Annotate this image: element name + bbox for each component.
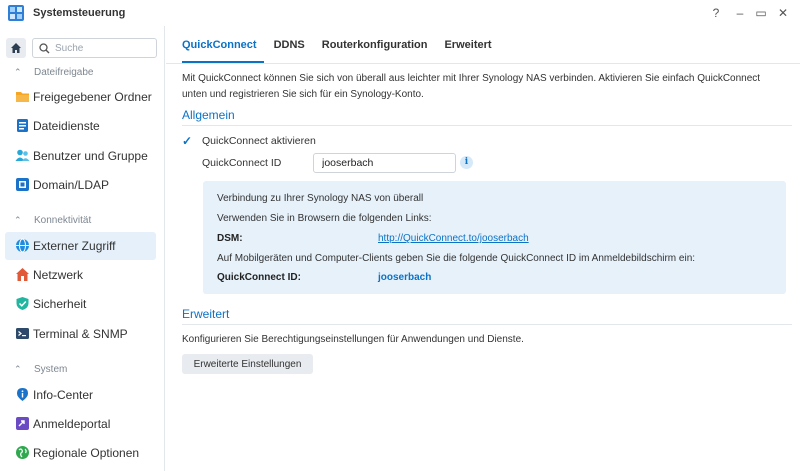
sidebar-item-domain-ldap[interactable]: Domain/LDAP <box>5 171 156 199</box>
quickconnect-id-input[interactable] <box>313 153 456 173</box>
external-access-icon <box>16 238 29 253</box>
home-button[interactable] <box>6 38 26 58</box>
sidebar-item-info-center[interactable]: Info-Center <box>5 381 156 409</box>
tab-bar: QuickConnect DDNS Routerkonfiguration Er… <box>182 39 509 59</box>
section-header-dateifreigabe[interactable]: ⌃ Dateifreigabe <box>14 65 93 79</box>
login-portal-icon <box>16 417 29 430</box>
chevron-up-icon: ⌃ <box>14 66 22 77</box>
general-section-divider <box>182 125 792 126</box>
folder-icon <box>16 92 29 102</box>
sidebar-item-shared-folder[interactable]: Freigegebener Ordner <box>5 83 156 111</box>
terminal-icon <box>16 328 29 339</box>
sidebar-item-security[interactable]: Sicherheit <box>5 290 156 318</box>
sidebar-item-login-portal[interactable]: Anmeldeportal <box>5 410 156 438</box>
file-services-icon <box>17 119 28 132</box>
home-icon <box>11 43 21 53</box>
sidebar: ⌃ Dateifreigabe Freigegebener Ordner Dat… <box>0 26 165 471</box>
control-panel-app-icon <box>8 5 24 21</box>
search-field[interactable] <box>32 38 157 58</box>
chevron-up-icon: ⌃ <box>14 214 22 225</box>
tab-advanced[interactable]: Erweitert <box>444 39 491 59</box>
general-section-title: Allgemein <box>182 108 235 122</box>
sidebar-item-regional-options[interactable]: Regionale Optionen <box>5 439 156 467</box>
window-title: Systemsteuerung <box>33 7 126 19</box>
help-button[interactable]: ? <box>707 4 725 22</box>
dsm-link[interactable]: http://QuickConnect.to/jooserbach <box>378 233 529 244</box>
sidebar-item-users-groups[interactable]: Benutzer und Gruppe <box>5 142 156 170</box>
users-icon <box>15 149 30 161</box>
info-center-icon <box>17 388 28 401</box>
tab-router-configuration[interactable]: Routerkonfiguration <box>322 39 428 59</box>
domain-icon <box>16 178 29 191</box>
enable-quickconnect-checkbox[interactable]: ✓ QuickConnect aktivieren <box>182 134 316 148</box>
advanced-section-title: Erweitert <box>182 307 230 321</box>
search-input[interactable] <box>55 41 153 56</box>
network-home-icon <box>16 268 29 281</box>
quickconnect-id-value: jooserbach <box>378 272 432 283</box>
tab-ddns[interactable]: DDNS <box>274 39 305 59</box>
main-content: QuickConnect DDNS Routerkonfiguration Er… <box>166 26 800 471</box>
minimize-button[interactable]: – <box>731 4 749 22</box>
advanced-description: Konfigurieren Sie Berechtigungseinstellu… <box>182 334 524 345</box>
maximize-button[interactable]: ▭ <box>752 4 770 22</box>
advanced-section-divider <box>182 324 792 325</box>
info-icon[interactable]: i <box>460 156 473 169</box>
checkmark-icon: ✓ <box>182 133 193 148</box>
tab-divider <box>166 63 800 64</box>
advanced-settings-button[interactable]: Erweiterte Einstellungen <box>182 354 313 374</box>
connection-info-panel: Verbindung zu Ihrer Synology NAS von übe… <box>203 181 786 294</box>
section-header-system[interactable]: ⌃ System <box>14 362 67 376</box>
section-header-konnektivitaet[interactable]: ⌃ Konnektivität <box>14 213 91 227</box>
sidebar-item-network[interactable]: Netzwerk <box>5 261 156 289</box>
panel-browser-text: Verwenden Sie in Browsern die folgenden … <box>217 213 432 224</box>
tab-quickconnect[interactable]: QuickConnect <box>182 39 257 59</box>
search-icon <box>39 43 50 54</box>
dsm-label: DSM: <box>217 233 243 244</box>
sidebar-item-external-access[interactable]: Externer Zugriff <box>5 232 156 260</box>
panel-heading: Verbindung zu Ihrer Synology NAS von übe… <box>217 193 424 204</box>
chevron-up-icon: ⌃ <box>14 363 22 374</box>
sidebar-item-terminal-snmp[interactable]: Terminal & SNMP <box>5 320 156 348</box>
title-bar: Systemsteuerung ? – ▭ ✕ <box>0 0 800 26</box>
regional-options-icon <box>16 446 29 459</box>
quickconnect-id-panel-label: QuickConnect ID: <box>217 272 301 283</box>
security-shield-icon <box>16 297 29 310</box>
close-button[interactable]: ✕ <box>774 4 792 22</box>
quickconnect-id-label: QuickConnect ID <box>202 157 282 169</box>
intro-text: Mit QuickConnect können Sie sich von übe… <box>182 73 761 100</box>
sidebar-item-file-services[interactable]: Dateidienste <box>5 112 156 140</box>
panel-mobile-text: Auf Mobilgeräten und Computer-Clients ge… <box>217 253 696 264</box>
